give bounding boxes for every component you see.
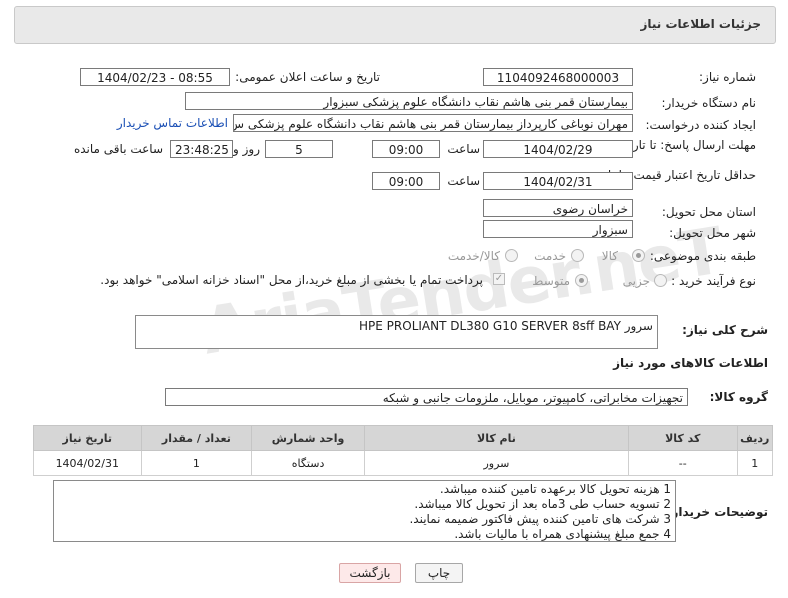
- province-field: خراسان رضوی: [483, 199, 633, 217]
- description-textarea[interactable]: سرور HPE PROLIANT DL380 G10 SERVER 8sff …: [135, 315, 658, 349]
- category-radio-goods-service[interactable]: [505, 249, 518, 262]
- process-label: نوع فرآیند خرید :: [671, 274, 756, 288]
- goods-info-title: اطلاعات کالاهای مورد نیاز: [613, 356, 768, 370]
- process-radio-medium[interactable]: [575, 274, 588, 287]
- buyer-note-line-3: 3 شرکت های تامین کننده پیش فاکتور ضمیمه …: [409, 512, 671, 526]
- cell-code: --: [627, 450, 738, 476]
- requester-field: مهران نوباغی کارپرداز بیمارستان قمر بنی …: [233, 114, 633, 132]
- remaining-time-label: ساعت باقی مانده: [73, 142, 163, 156]
- col-name: نام کالا: [363, 425, 629, 451]
- cell-qty: 1: [140, 450, 253, 476]
- items-table-header: ردیف کد کالا نام کالا واحد شمارش تعداد /…: [33, 425, 774, 451]
- col-unit: واحد شمارش: [251, 425, 365, 451]
- col-code: کد کالا: [627, 425, 738, 451]
- deadline-time-field: 09:00: [372, 140, 440, 158]
- payment-checkbox[interactable]: ✓: [493, 273, 505, 285]
- print-button[interactable]: چاپ: [415, 563, 463, 583]
- cell-name: سرور: [363, 450, 629, 476]
- province-label: استان محل تحویل:: [661, 205, 756, 219]
- buyer-notes-textarea[interactable]: 1 هزینه تحویل کالا برعهده تامین کننده می…: [53, 480, 676, 542]
- deadline-days-field: 5: [265, 140, 333, 158]
- validity-time-field: 09:00: [372, 172, 440, 190]
- buyer-notes-label: توضیحات خریدار:: [666, 505, 768, 519]
- deadline-time-label: ساعت: [447, 142, 480, 156]
- announce-label: تاریخ و ساعت اعلان عمومی:: [235, 70, 380, 84]
- city-label: شهر محل تحویل:: [669, 226, 756, 240]
- col-qty: تعداد / مقدار: [140, 425, 253, 451]
- category-option-goods-service: کالا/خدمت: [447, 249, 500, 263]
- col-row: ردیف: [736, 425, 774, 451]
- remaining-time-field: 23:48:25: [170, 140, 233, 158]
- back-button[interactable]: بازگشت: [339, 563, 401, 583]
- process-radio-minor[interactable]: [654, 274, 667, 287]
- table-row: 1 -- سرور دستگاه 1 1404/02/31: [33, 450, 774, 476]
- description-text: سرور HPE PROLIANT DL380 G10 SERVER 8sff …: [359, 319, 653, 333]
- validity-time-label: ساعت: [447, 174, 480, 188]
- buyer-label: نام دستگاه خریدار:: [661, 96, 757, 110]
- process-option-medium: متوسط: [532, 274, 570, 288]
- category-option-goods: کالا: [601, 249, 618, 263]
- requester-label: ایجاد کننده درخواست:: [645, 118, 756, 132]
- need-number-field: 1104092468000003: [483, 68, 633, 86]
- category-radio-service[interactable]: [571, 249, 584, 262]
- payment-note: پرداخت تمام یا بخشی از مبلغ خرید،از محل …: [100, 273, 483, 287]
- buyer-note-line-2: 2 تسویه حساب طی 3ماه بعد از تحویل کالا م…: [414, 497, 671, 511]
- category-option-service: خدمت: [534, 249, 566, 263]
- cell-date: 1404/02/31: [33, 450, 142, 476]
- items-table: ردیف کد کالا نام کالا واحد شمارش تعداد /…: [33, 425, 774, 476]
- process-option-minor: جزیی: [622, 274, 650, 288]
- buyer-note-line-1: 1 هزینه تحویل کالا برعهده تامین کننده می…: [439, 482, 671, 496]
- announce-field: 1404/02/23 - 08:55: [80, 68, 230, 86]
- city-field: سبزوار: [483, 220, 633, 238]
- goods-group-label: گروه کالا:: [709, 390, 768, 404]
- cell-row: 1: [736, 450, 774, 476]
- col-date: تاریخ نیاز: [33, 425, 142, 451]
- buyer-contact-link[interactable]: اطلاعات تماس خریدار: [117, 116, 228, 130]
- buyer-field: بیمارستان قمر بنی هاشم نقاب دانشگاه علوم…: [185, 92, 633, 110]
- header-panel: جزئیات اطلاعات نیاز: [14, 6, 776, 44]
- deadline-days-label: روز و: [233, 142, 260, 156]
- panel-title: جزئیات اطلاعات نیاز: [640, 17, 761, 31]
- description-label: شرح کلی نیاز:: [682, 323, 768, 337]
- buyer-note-line-4: 4 جمع مبلغ پیشنهادی همراه با مالیات باشد…: [454, 527, 671, 541]
- category-radio-goods[interactable]: [632, 249, 645, 262]
- cell-unit: دستگاه: [251, 450, 365, 476]
- validity-date-field: 1404/02/31: [483, 172, 633, 190]
- need-number-label: شماره نیاز:: [699, 70, 756, 84]
- deadline-date-field: 1404/02/29: [483, 140, 633, 158]
- goods-group-field: تجهیزات مخابراتی، کامپیوتر، موبایل، ملزو…: [165, 388, 688, 406]
- category-label: طبقه بندی موضوعی:: [649, 249, 756, 263]
- deadline-label: مهلت ارسال پاسخ: تا تاریخ:: [617, 138, 756, 152]
